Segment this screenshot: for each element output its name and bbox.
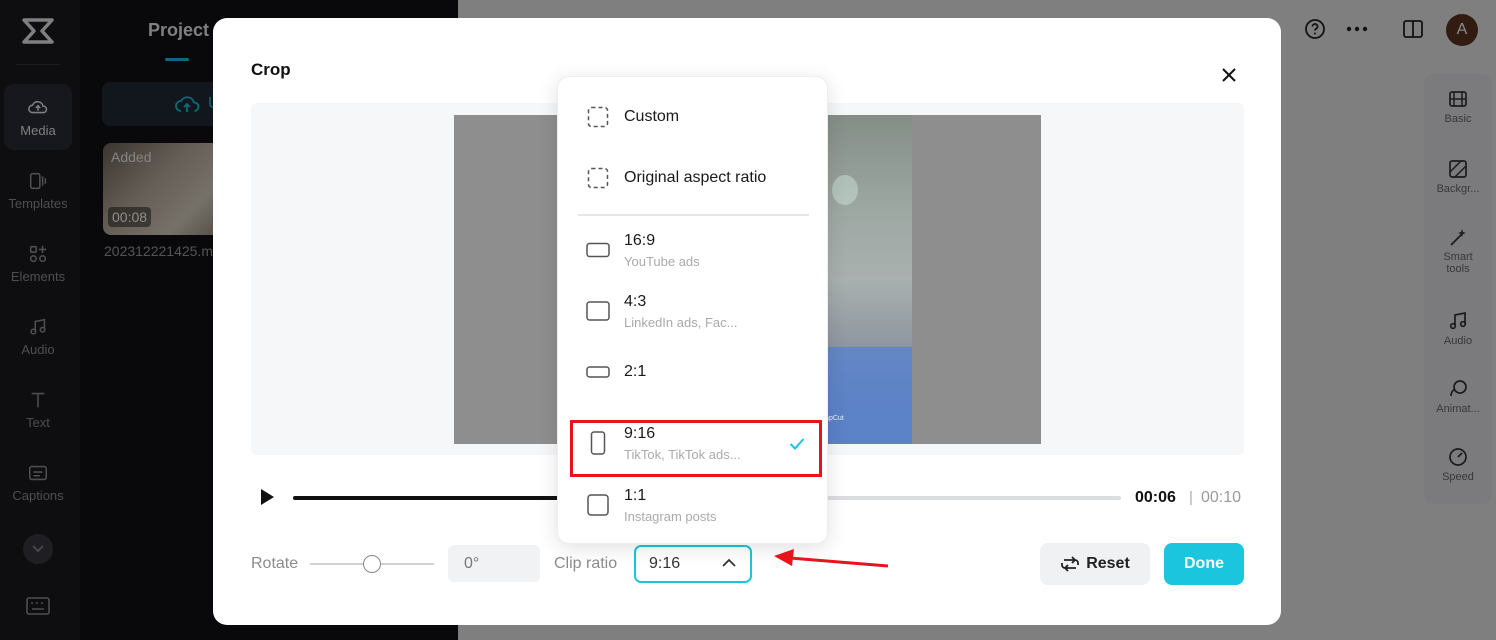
close-button[interactable] <box>1218 64 1240 86</box>
rotate-slider-handle[interactable] <box>363 555 381 573</box>
chevron-up-icon <box>722 558 736 567</box>
clip-ratio-value: 9:16 <box>649 555 681 572</box>
ratio-option-original[interactable]: Original aspect ratio <box>558 150 829 206</box>
ratio-option-sub: Instagram posts <box>624 508 717 524</box>
total-time: 00:10 <box>1201 489 1242 506</box>
ratio-option-label: Custom <box>624 108 680 125</box>
original-ratio-icon <box>586 166 610 190</box>
ratio-option-label: 1:1 <box>624 486 647 504</box>
ratio-2-1-icon <box>586 360 610 384</box>
time-separator: | <box>1189 489 1193 506</box>
reset-button[interactable]: Reset <box>1040 543 1150 585</box>
reset-icon <box>1061 556 1080 572</box>
dialog-title: Crop <box>251 60 291 79</box>
current-time: 00:06 <box>1135 489 1176 506</box>
clip-ratio-label: Clip ratio <box>554 555 618 572</box>
crop-region[interactable] <box>826 115 912 444</box>
ratio-option-16-9[interactable]: 16:9 YouTube ads <box>558 222 829 278</box>
dropdown-divider <box>578 214 809 216</box>
ratio-16-9-icon <box>586 238 610 262</box>
ratio-option-2-1[interactable]: 2:1 <box>558 344 829 400</box>
ratio-option-custom[interactable]: Custom <box>558 89 829 145</box>
close-icon <box>1222 68 1236 82</box>
ratio-option-label: 16:9 <box>624 231 656 249</box>
ratio-option-4-3[interactable]: 4:3 LinkedIn ads, Fac... <box>558 283 829 339</box>
annotation-arrow-icon <box>774 549 889 568</box>
ratio-option-label: Original aspect ratio <box>624 169 767 186</box>
ratio-1-1-icon <box>586 493 610 517</box>
play-icon[interactable] <box>259 488 275 506</box>
ratio-4-3-icon <box>586 299 610 323</box>
ratio-option-label: 4:3 <box>624 292 647 310</box>
custom-ratio-icon <box>586 105 610 129</box>
ratio-option-1-1[interactable]: 1:1 Instagram posts <box>558 477 829 533</box>
rotate-label: Rotate <box>251 555 299 572</box>
ratio-option-sub: YouTube ads <box>624 253 700 269</box>
ratio-option-sub: LinkedIn ads, Fac... <box>624 314 738 330</box>
done-button[interactable]: Done <box>1164 543 1244 585</box>
rotate-input[interactable]: 0° <box>448 545 540 582</box>
reset-label: Reset <box>1086 555 1130 572</box>
selection-highlight <box>570 420 822 477</box>
clip-ratio-select[interactable]: 9:16 <box>634 545 752 583</box>
ratio-option-label: 2:1 <box>624 363 647 380</box>
